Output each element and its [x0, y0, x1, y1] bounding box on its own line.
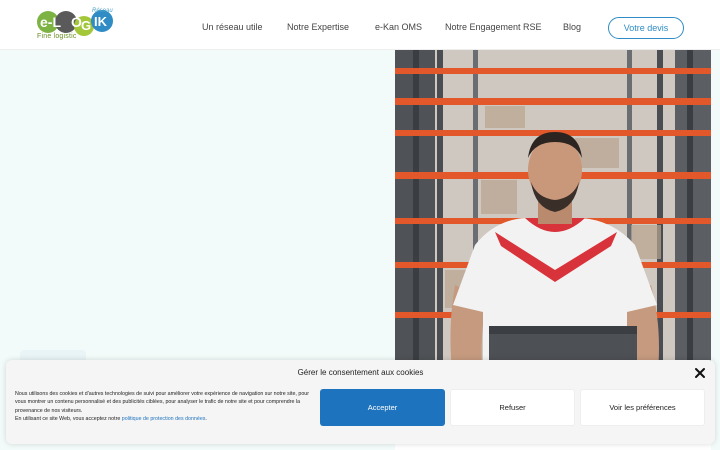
cookie-consent-banner: Gérer le consentement aux cookies Nous u…: [6, 360, 715, 444]
nav-item-engagement-rse[interactable]: Notre Engagement RSE: [445, 22, 542, 32]
svg-text:IK: IK: [94, 14, 108, 29]
nav-item-ekan-oms[interactable]: e-Kan OMS: [375, 22, 422, 32]
close-icon[interactable]: [694, 367, 706, 379]
quote-button[interactable]: Votre devis: [608, 17, 684, 39]
logo-tagline: Fine logistic: [37, 33, 77, 40]
accept-button[interactable]: Accepter: [320, 389, 445, 426]
preferences-button[interactable]: Voir les préférences: [580, 389, 705, 426]
logo-network-label: Réseau: [92, 8, 113, 14]
nav-item-reseau[interactable]: Un réseau utile: [202, 22, 263, 32]
cookie-text-suffix: .: [205, 415, 207, 422]
nav-item-blog[interactable]: Blog: [563, 22, 581, 32]
svg-text:e-L: e-L: [40, 14, 61, 30]
privacy-policy-link[interactable]: politique de protection des données: [122, 416, 206, 422]
svg-text:G: G: [81, 18, 91, 33]
warehouse-worker-photo: [395, 50, 711, 380]
cookie-title: Gérer le consentement aux cookies: [297, 368, 424, 377]
cookie-text-prefix: En utilisant ce site Web, vous acceptez …: [15, 415, 122, 422]
refuse-button[interactable]: Refuser: [450, 389, 575, 426]
cookie-text-main: Nous utilisons des cookies et d'autres t…: [15, 391, 309, 414]
site-header: e-L O G IK Réseau Fine logistic Un résea…: [0, 0, 720, 50]
cookie-description: Nous utilisons des cookies et d'autres t…: [15, 390, 315, 423]
hero-photo: [395, 50, 711, 380]
nav-item-expertise[interactable]: Notre Expertise: [287, 22, 349, 32]
